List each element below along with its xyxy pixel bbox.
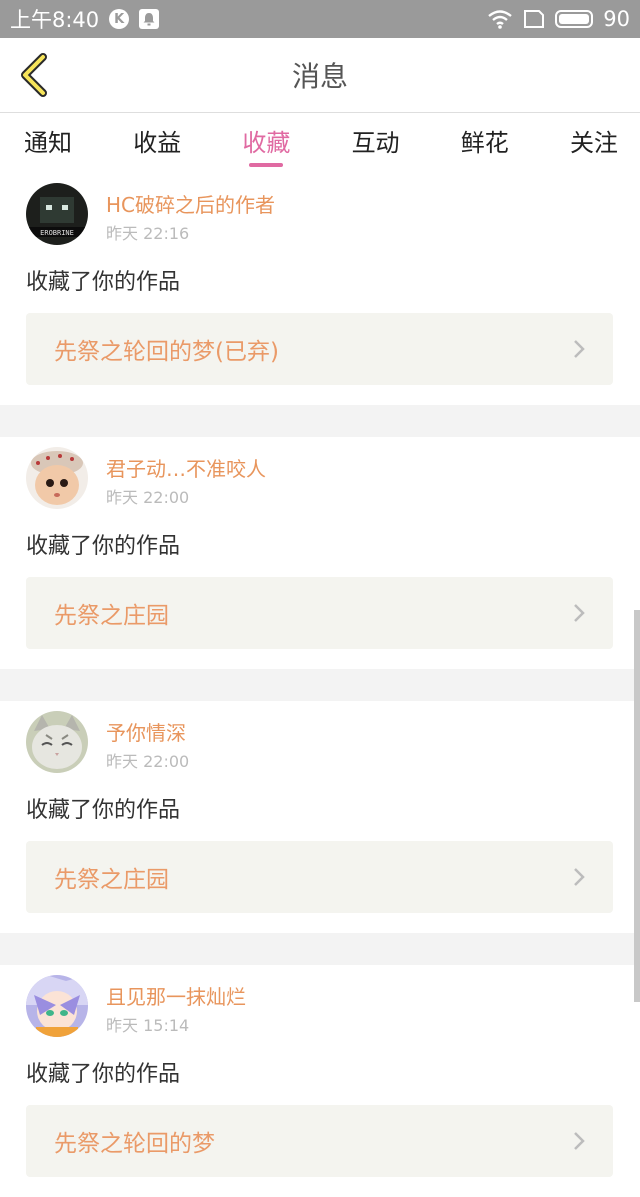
tab-interactions[interactable]: 互动 bbox=[352, 113, 400, 173]
timestamp: 昨天 22:16 bbox=[106, 224, 190, 243]
avatar-text: EROBRINE bbox=[40, 229, 74, 237]
work-link[interactable]: 先祭之轮回的梦(已弃) bbox=[26, 313, 613, 385]
status-left: 上午8:40 K bbox=[10, 4, 160, 34]
message-card: 予你情深 昨天 22:00 收藏了你的作品 先祭之庄园 bbox=[0, 701, 640, 933]
username[interactable]: HC破碎之后的作者 bbox=[106, 189, 275, 218]
chevron-right-icon bbox=[574, 340, 585, 358]
app-header: 消息 bbox=[0, 38, 640, 113]
work-title: 先祭之轮回的梦 bbox=[54, 1131, 215, 1157]
action-text: 收藏了你的作品 bbox=[26, 798, 181, 823]
avatar[interactable] bbox=[26, 975, 88, 1037]
status-time: 上午8:40 bbox=[10, 8, 100, 32]
work-link[interactable]: 先祭之庄园 bbox=[26, 841, 613, 913]
work-title: 先祭之庄园 bbox=[54, 603, 169, 629]
timestamp: 昨天 22:00 bbox=[106, 752, 190, 771]
timestamp: 昨天 15:14 bbox=[106, 1016, 190, 1035]
status-bar: 上午8:40 K 90 bbox=[0, 0, 640, 38]
battery-level: 90 bbox=[603, 7, 630, 31]
battery-icon bbox=[555, 10, 594, 28]
tab-bar: 通知 收益 收藏 互动 鲜花 关注 bbox=[0, 113, 640, 173]
timestamp: 昨天 22:00 bbox=[106, 488, 190, 507]
work-link[interactable]: 先祭之庄园 bbox=[26, 577, 613, 649]
work-title: 先祭之轮回的梦(已弃) bbox=[54, 339, 279, 365]
avatar[interactable] bbox=[26, 447, 88, 509]
divider bbox=[0, 669, 640, 701]
avatar[interactable] bbox=[26, 711, 88, 773]
message-card: EROBRINE HC破碎之后的作者 昨天 22:16 收藏了你的作品 先祭之轮… bbox=[0, 173, 640, 405]
tab-favorites[interactable]: 收藏 bbox=[242, 113, 290, 173]
sim-card-icon bbox=[523, 10, 545, 28]
action-text: 收藏了你的作品 bbox=[26, 270, 181, 295]
avatar[interactable]: EROBRINE bbox=[26, 183, 88, 245]
k-app-icon: K bbox=[109, 9, 130, 29]
message-card: 君子动…不准咬人 昨天 22:00 收藏了你的作品 先祭之庄园 bbox=[0, 437, 640, 669]
chevron-right-icon bbox=[574, 1132, 585, 1150]
action-text: 收藏了你的作品 bbox=[26, 534, 181, 559]
username[interactable]: 君子动…不准咬人 bbox=[106, 453, 266, 482]
tab-notifications[interactable]: 通知 bbox=[24, 113, 72, 173]
username[interactable]: 且见那一抹灿烂 bbox=[106, 981, 246, 1010]
divider bbox=[0, 933, 640, 965]
notification-bell-icon bbox=[139, 9, 160, 29]
chevron-right-icon bbox=[574, 868, 585, 886]
work-link[interactable]: 先祭之轮回的梦 bbox=[26, 1105, 613, 1177]
work-title: 先祭之庄园 bbox=[54, 867, 169, 893]
divider bbox=[0, 405, 640, 437]
message-list: EROBRINE HC破碎之后的作者 昨天 22:16 收藏了你的作品 先祭之轮… bbox=[0, 173, 640, 1197]
status-right: 90 bbox=[487, 7, 630, 31]
message-card: 且见那一抹灿烂 昨天 15:14 收藏了你的作品 先祭之轮回的梦 bbox=[0, 965, 640, 1197]
username[interactable]: 予你情深 bbox=[106, 717, 186, 746]
page-title: 消息 bbox=[291, 60, 348, 93]
wifi-icon bbox=[487, 9, 513, 29]
chevron-right-icon bbox=[574, 604, 585, 622]
action-text: 收藏了你的作品 bbox=[26, 1062, 181, 1087]
tab-follows[interactable]: 关注 bbox=[570, 113, 618, 173]
tab-flowers[interactable]: 鲜花 bbox=[461, 113, 509, 173]
scrollbar[interactable] bbox=[634, 610, 640, 1002]
tab-earnings[interactable]: 收益 bbox=[133, 113, 181, 173]
